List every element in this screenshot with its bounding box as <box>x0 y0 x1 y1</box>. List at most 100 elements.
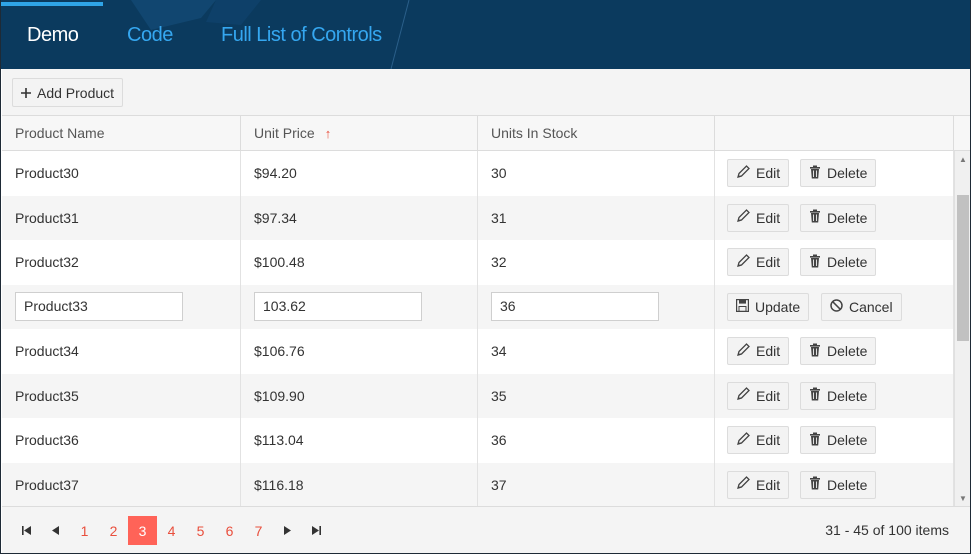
page-number[interactable]: 2 <box>99 516 128 545</box>
next-page-icon[interactable] <box>273 516 302 545</box>
column-header-units-in-stock[interactable]: Units In Stock <box>478 116 715 151</box>
cell-commands: Edit Delete <box>715 195 954 240</box>
cell-commands: Update Cancel <box>715 284 954 329</box>
add-product-label: Add Product <box>37 84 115 101</box>
first-page-icon[interactable] <box>12 516 41 545</box>
delete-button[interactable]: Delete <box>800 248 877 276</box>
cell-unit-price: $113.04 <box>241 418 478 463</box>
cell-unit-price: $100.48 <box>241 240 478 285</box>
plus-icon <box>21 87 31 98</box>
update-label: Update <box>755 298 801 315</box>
product-name-input[interactable] <box>15 291 183 321</box>
cell-units-in-stock: 30 <box>478 151 715 196</box>
grid-header: Product Name Unit Price ↑ Units In Stock <box>2 116 970 151</box>
pencil-icon <box>736 164 750 182</box>
edit-button[interactable]: Edit <box>727 381 790 410</box>
pencil-icon <box>736 431 750 449</box>
trash-icon <box>809 387 821 404</box>
top-tab-bar: Demo Code Full List of Controls <box>1 0 970 69</box>
pager-info: 31 - 45 of 100 items <box>825 522 949 538</box>
cell-units-in-stock: 31 <box>478 195 715 240</box>
cancel-button[interactable]: Cancel <box>821 292 902 321</box>
cell-commands: Edit Delete <box>715 373 954 418</box>
cell-unit-price: $116.18 <box>241 462 478 506</box>
grid-body: Product30 $94.20 30 Edit Delete Product31 $… <box>2 151 954 506</box>
edit-button[interactable]: Edit <box>727 159 790 187</box>
last-page-icon[interactable] <box>302 516 331 545</box>
table-row[interactable]: Product34 $106.76 34 Edit Delete <box>2 329 954 374</box>
previous-page-icon[interactable] <box>41 516 70 545</box>
delete-button[interactable]: Delete <box>800 426 877 454</box>
edit-button[interactable]: Edit <box>727 470 790 499</box>
cell-unit-price <box>241 284 478 329</box>
trash-icon <box>809 476 821 493</box>
cell-product-name: Product36 <box>2 418 241 463</box>
page-number-current[interactable]: 3 <box>128 516 157 545</box>
pencil-icon <box>736 387 750 404</box>
table-row[interactable]: Product31 $97.34 31 Edit Delete <box>2 195 954 240</box>
trash-icon <box>809 432 821 449</box>
delete-button[interactable]: Delete <box>800 337 877 365</box>
cell-commands: Edit Delete <box>715 329 954 374</box>
update-button[interactable]: Update <box>727 292 810 321</box>
table-row[interactable]: Product32 $100.48 32 Edit Delete <box>2 240 954 285</box>
scroll-up-arrow-icon[interactable]: ▲ <box>955 151 970 167</box>
edit-label: Edit <box>756 432 781 448</box>
cell-commands: Edit Delete <box>715 240 954 285</box>
edit-label: Edit <box>756 387 781 404</box>
edit-button[interactable]: Edit <box>727 248 790 276</box>
cell-unit-price: $94.20 <box>241 151 478 196</box>
table-row[interactable]: Product35 $109.90 35 Edit Delete <box>2 373 954 418</box>
cell-units-in-stock: 35 <box>478 373 715 418</box>
unit-price-input[interactable] <box>254 291 422 321</box>
trash-icon <box>809 209 821 226</box>
delete-label: Delete <box>827 387 868 404</box>
cell-commands: Edit Delete <box>715 462 954 506</box>
delete-label: Delete <box>827 432 868 448</box>
delete-button[interactable]: Delete <box>800 381 877 410</box>
page-number[interactable]: 6 <box>215 516 244 545</box>
delete-button[interactable]: Delete <box>800 203 877 232</box>
cancel-label: Cancel <box>849 298 893 315</box>
cell-unit-price: $109.90 <box>241 373 478 418</box>
trash-icon <box>809 343 821 360</box>
column-header-unit-price[interactable]: Unit Price ↑ <box>241 116 478 151</box>
units-in-stock-input[interactable] <box>491 291 659 321</box>
tab-full-list-of-controls[interactable]: Full List of Controls <box>221 24 382 47</box>
table-row[interactable]: Product36 $113.04 36 Edit Delete <box>2 418 954 463</box>
trash-icon <box>809 254 821 271</box>
cell-product-name: Product31 <box>2 195 241 240</box>
vertical-scrollbar[interactable]: ▲ ▼ <box>954 151 970 506</box>
tab-demo[interactable]: Demo <box>27 24 79 47</box>
column-header-commands <box>715 116 954 151</box>
table-row[interactable]: Product37 $116.18 37 Edit Delete <box>2 462 954 506</box>
cell-product-name: Product30 <box>2 151 241 196</box>
column-header-product-name[interactable]: Product Name <box>2 116 241 151</box>
cell-units-in-stock: 34 <box>478 329 715 374</box>
grid-toolbar: Add Product <box>2 69 970 116</box>
cell-product-name: Product35 <box>2 373 241 418</box>
add-product-button[interactable]: Add Product <box>12 78 124 107</box>
edit-button[interactable]: Edit <box>727 337 790 365</box>
table-row[interactable]: Product30 $94.20 30 Edit Delete <box>2 151 954 196</box>
delete-button[interactable]: Delete <box>800 470 877 499</box>
page-number[interactable]: 5 <box>186 516 215 545</box>
edit-button[interactable]: Edit <box>727 426 790 454</box>
trash-icon <box>809 165 821 182</box>
page-number[interactable]: 7 <box>244 516 273 545</box>
edit-button[interactable]: Edit <box>727 203 790 232</box>
column-header-label: Product Name <box>15 125 105 141</box>
page-number[interactable]: 1 <box>70 516 99 545</box>
page-number[interactable]: 4 <box>157 516 186 545</box>
delete-button[interactable]: Delete <box>800 159 877 187</box>
cell-unit-price: $97.34 <box>241 195 478 240</box>
save-icon <box>736 298 750 315</box>
cell-units-in-stock: 36 <box>478 418 715 463</box>
scroll-down-arrow-icon[interactable]: ▼ <box>955 490 970 506</box>
table-row-editing[interactable]: Update Cancel <box>2 284 954 329</box>
scrollbar-thumb[interactable] <box>957 195 969 341</box>
delete-label: Delete <box>827 209 868 226</box>
cell-commands: Edit Delete <box>715 151 954 196</box>
active-tab-indicator <box>1 2 103 6</box>
tab-code[interactable]: Code <box>127 24 173 47</box>
